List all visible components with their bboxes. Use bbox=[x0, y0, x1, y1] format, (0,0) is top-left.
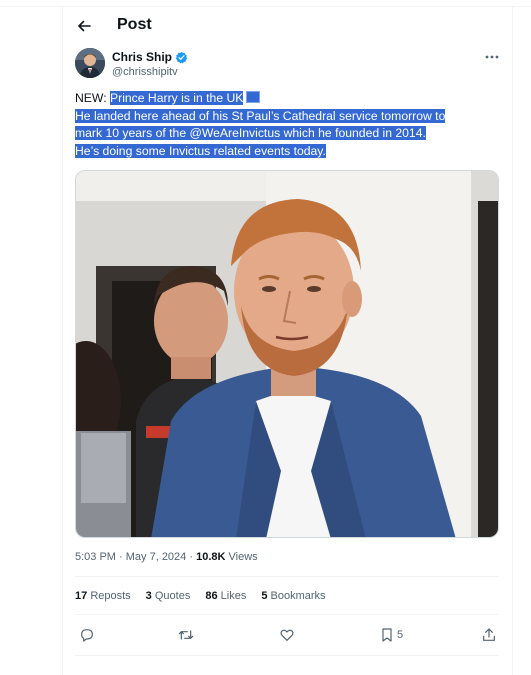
tweet-prefix: NEW: bbox=[75, 91, 110, 105]
tweet-line-3: mark 10 years of the @WeAreInvictus whic… bbox=[75, 125, 505, 143]
column-border-right bbox=[512, 6, 513, 675]
like-button[interactable] bbox=[279, 625, 295, 645]
likes-label: Likes bbox=[220, 590, 247, 602]
tweet-stats: 17 Reposts 3 Quotes 86 Likes 5 Bookmarks bbox=[75, 590, 341, 602]
page-title: Post bbox=[117, 16, 152, 33]
quotes-count: 3 bbox=[145, 590, 152, 602]
likes-stat[interactable]: 86 Likes bbox=[205, 590, 246, 602]
quotes-label: Quotes bbox=[154, 590, 191, 602]
back-arrow-icon bbox=[78, 20, 91, 32]
views-count: 10.8K bbox=[196, 551, 226, 563]
divider-top bbox=[75, 576, 499, 577]
bookmark-button[interactable]: 5 bbox=[380, 625, 403, 645]
likes-count: 86 bbox=[205, 590, 218, 602]
like-icon bbox=[280, 629, 294, 641]
bookmarks-label: Bookmarks bbox=[270, 590, 326, 602]
author-name-row[interactable]: Chris Ship bbox=[112, 50, 188, 64]
quotes-stat[interactable]: 3 Quotes bbox=[146, 590, 191, 602]
more-options-button[interactable] bbox=[479, 48, 505, 66]
bookmark-icon bbox=[382, 628, 392, 642]
divider-bottom bbox=[75, 655, 499, 656]
bookmarks-count: 5 bbox=[261, 590, 268, 602]
tweet-text-line2: He landed here ahead of his St Paul’s Ca… bbox=[75, 108, 446, 123]
reply-button[interactable] bbox=[79, 625, 95, 645]
bookmarks-stat[interactable]: 5 Bookmarks bbox=[261, 590, 325, 602]
author-handle[interactable]: @chrisshipitv bbox=[112, 66, 178, 78]
more-icon bbox=[485, 55, 499, 59]
tweet-time[interactable]: 5:03 PM bbox=[75, 551, 116, 563]
column-border-left bbox=[62, 6, 63, 675]
tweet-text: NEW: Prince Harry is in the UK He landed… bbox=[75, 90, 505, 160]
tweet-line-2: He landed here ahead of his St Paul’s Ca… bbox=[75, 108, 505, 126]
tweet-line-1: NEW: Prince Harry is in the UK bbox=[75, 90, 505, 108]
share-button[interactable] bbox=[481, 625, 497, 645]
back-button[interactable] bbox=[73, 15, 95, 37]
post-header: Post bbox=[63, 7, 512, 45]
reply-icon bbox=[81, 629, 93, 642]
author-name: Chris Ship bbox=[112, 50, 173, 64]
verified-badge-icon bbox=[175, 51, 188, 63]
reposts-label: Reposts bbox=[90, 590, 131, 602]
reposts-count: 17 bbox=[75, 590, 88, 602]
tweet-line-4: He’s doing some Invictus related events … bbox=[75, 143, 505, 161]
tweet-photo[interactable] bbox=[75, 170, 499, 538]
meta-separator-2: · bbox=[186, 551, 197, 563]
tweet-text-line1: Prince Harry is in the UK bbox=[110, 91, 244, 105]
author-block: Chris Ship @chrisshipitv bbox=[75, 48, 505, 84]
reposts-stat[interactable]: 17 Reposts bbox=[75, 590, 131, 602]
tweet-date[interactable]: May 7, 2024 bbox=[126, 551, 187, 563]
page-frame: Post Chris Ship @chrisshipitv NEW: Princ… bbox=[0, 0, 531, 675]
tweet-meta: 5:03 PM · May 7, 2024 · 10.8K Views bbox=[75, 551, 258, 563]
tweet-text-line3: mark 10 years of the @WeAreInvictus whic… bbox=[75, 126, 426, 141]
views-label: Views bbox=[228, 551, 258, 563]
bookmark-count: 5 bbox=[397, 629, 404, 641]
avatar[interactable] bbox=[75, 48, 105, 78]
repost-icon bbox=[178, 630, 194, 640]
meta-separator: · bbox=[115, 551, 126, 563]
uk-flag-icon bbox=[246, 91, 261, 103]
share-icon bbox=[483, 628, 495, 641]
repost-button[interactable] bbox=[177, 625, 195, 645]
action-bar: 5 bbox=[75, 625, 499, 645]
tweet-text-line4: He’s doing some Invictus related events … bbox=[75, 143, 326, 158]
divider-middle bbox=[75, 614, 499, 615]
